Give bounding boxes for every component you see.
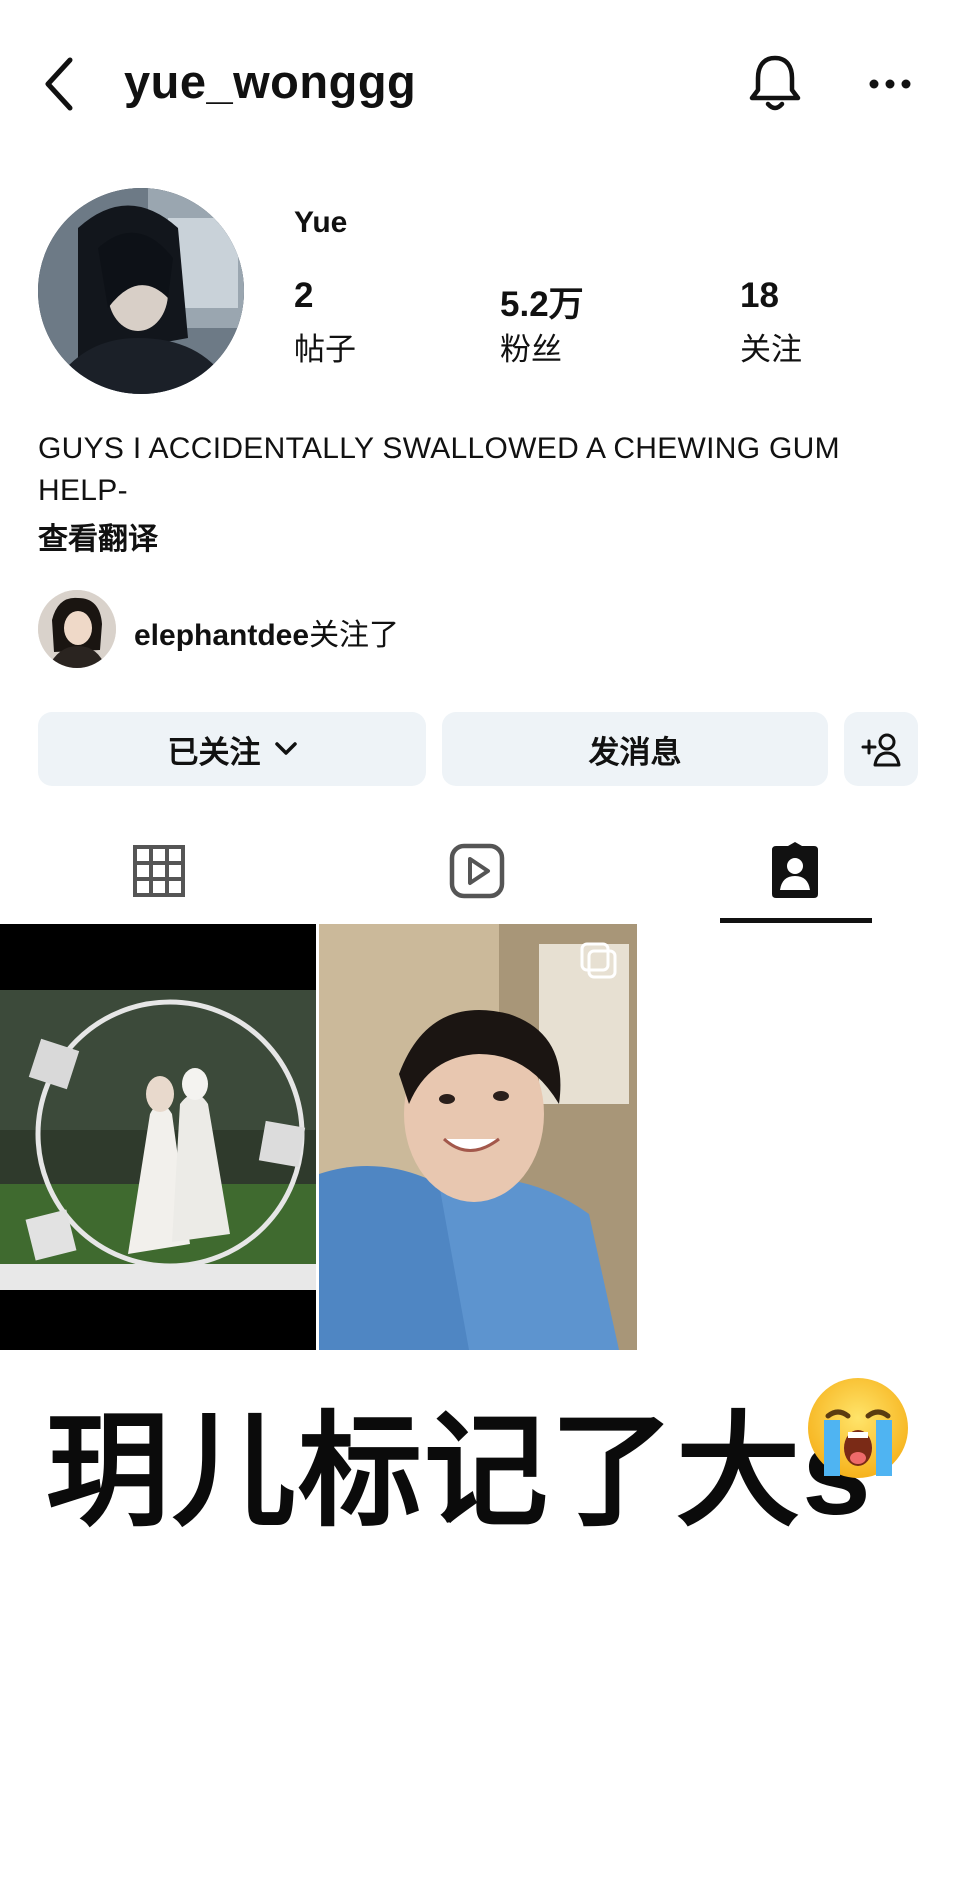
following-label[interactable]: 关注 (740, 324, 802, 369)
followers-label[interactable]: 粉丝 (500, 324, 562, 369)
post-thumbnail[interactable] (0, 924, 316, 1350)
tagged-icon[interactable] (766, 842, 824, 900)
avatar-image (38, 188, 244, 394)
followed-by-username[interactable]: elephantdee (134, 619, 309, 652)
post-thumbnail[interactable] (319, 924, 637, 1350)
bell-icon[interactable] (747, 52, 803, 114)
overlay-caption: 玥儿标记了大s (46, 1403, 873, 1541)
posts-count[interactable]: 2 (294, 276, 313, 316)
message-button[interactable]: 发消息 (442, 712, 828, 786)
following-button-label: 已关注 (167, 734, 261, 770)
followed-by-suffix: 关注了 (309, 619, 400, 652)
add-user-icon (861, 733, 901, 767)
follower-avatar[interactable] (38, 590, 116, 668)
followers-count[interactable]: 5.2万 (500, 276, 584, 327)
following-count[interactable]: 18 (740, 276, 779, 316)
display-name: Yue (294, 206, 348, 239)
following-button[interactable]: 已关注 (38, 712, 426, 786)
back-icon[interactable] (40, 54, 80, 114)
post-image (319, 924, 637, 1350)
add-user-button[interactable] (844, 712, 918, 786)
see-translation-link[interactable]: 查看翻译 (38, 514, 158, 558)
posts-label[interactable]: 帖子 (294, 324, 356, 369)
profile-bio: GUYS I ACCIDENTALLY SWALLOWED A CHEWING … (38, 432, 840, 507)
message-button-label: 发消息 (588, 734, 682, 770)
followed-by-text[interactable]: elephantdee关注了 (134, 610, 399, 654)
profile-avatar[interactable] (38, 188, 244, 394)
more-icon[interactable] (868, 66, 912, 102)
chevron-down-icon (274, 742, 297, 755)
reels-icon[interactable] (448, 842, 506, 900)
post-image (0, 924, 316, 1350)
active-tab-indicator (720, 918, 872, 923)
crying-face-icon (808, 1378, 908, 1478)
follower-avatar-image (38, 590, 116, 668)
profile-username: yue_wonggg (124, 55, 417, 108)
grid-icon[interactable] (130, 842, 188, 900)
